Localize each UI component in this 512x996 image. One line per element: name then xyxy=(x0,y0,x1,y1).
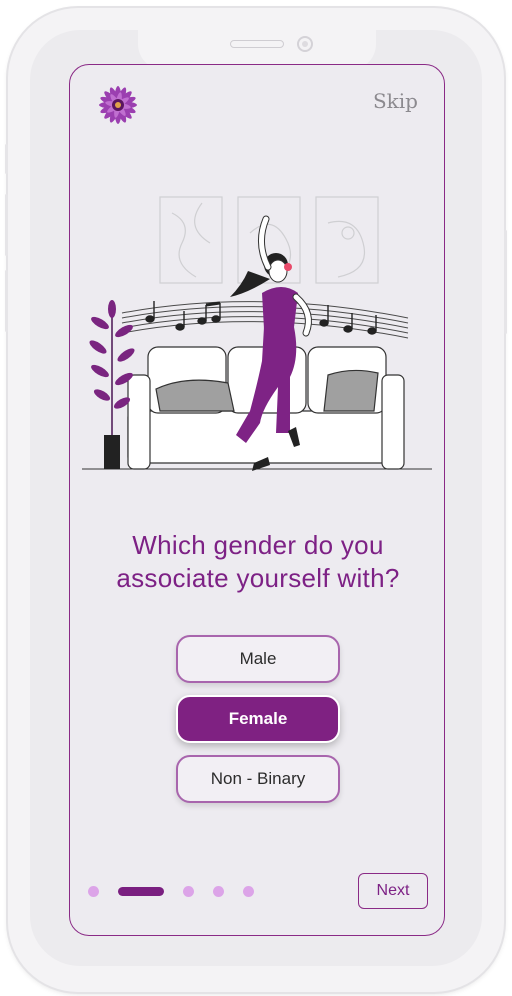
option-non-binary-button[interactable]: Non - Binary xyxy=(176,755,340,803)
speaker-grill xyxy=(230,40,284,48)
dancing-woman-illustration xyxy=(82,196,432,471)
onboarding-card: Skip Which gender do you associate yours… xyxy=(69,64,445,936)
purple-flower-icon xyxy=(99,86,137,124)
step-dot-3 xyxy=(183,886,194,897)
step-dot-4 xyxy=(213,886,224,897)
step-dot-1 xyxy=(88,886,99,897)
skip-button[interactable]: Skip xyxy=(373,89,418,113)
option-male-button[interactable]: Male xyxy=(176,635,340,683)
front-camera xyxy=(297,36,313,52)
next-button[interactable]: Next xyxy=(358,873,428,909)
volume-up-button xyxy=(5,194,8,256)
gender-question: Which gender do you associate yourself w… xyxy=(70,529,446,595)
power-button xyxy=(504,230,507,334)
question-line-2: associate yourself with? xyxy=(116,563,400,593)
mute-switch xyxy=(5,144,8,174)
volume-down-button xyxy=(5,270,8,332)
step-dot-5 xyxy=(243,886,254,897)
option-female-button[interactable]: Female xyxy=(176,695,340,743)
question-line-1: Which gender do you xyxy=(132,530,384,560)
step-dot-2-active xyxy=(118,887,164,896)
